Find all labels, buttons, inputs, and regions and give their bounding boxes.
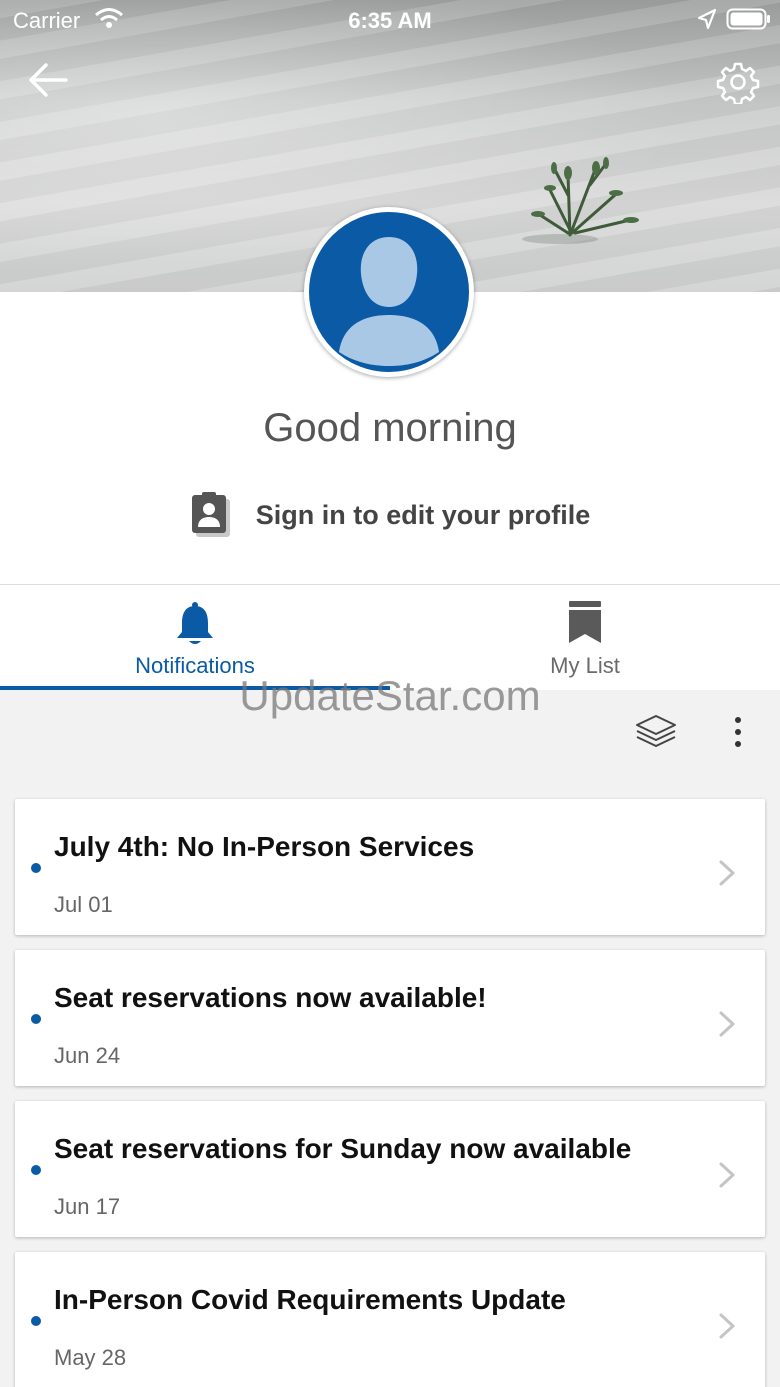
unread-dot (31, 863, 41, 873)
unread-dot (31, 1014, 41, 1024)
status-bar: Carrier 6:35 AM (0, 0, 780, 40)
avatar[interactable] (304, 207, 474, 377)
notification-date: Jul 01 (54, 892, 113, 917)
location-arrow-icon (697, 8, 717, 30)
chevron-right-icon (719, 1162, 735, 1188)
notification-date: Jun 24 (54, 1043, 121, 1068)
gear-icon[interactable] (716, 60, 760, 104)
clock: 6:35 AM (348, 8, 432, 33)
bookmark-icon (569, 601, 601, 643)
notification-title: In-Person Covid Requirements Update (54, 1284, 566, 1315)
tab-notifications-label: Notifications (135, 653, 255, 678)
notification-title: July 4th: No In-Person Services (54, 831, 475, 862)
unread-dot (31, 1165, 41, 1175)
tab-notifications[interactable]: Notifications (0, 585, 390, 691)
tab-active-indicator (0, 686, 390, 690)
notification-item[interactable]: Seat reservations now available! Jun 24 (15, 950, 765, 1086)
chevron-right-icon (719, 1313, 735, 1339)
notification-date: Jun 17 (54, 1194, 121, 1219)
sign-in-label: Sign in to edit your profile (255, 499, 591, 530)
notification-title: Seat reservations for Sunday now availab… (54, 1133, 632, 1164)
plant-image (522, 157, 639, 244)
layers-icon[interactable] (634, 712, 678, 752)
notification-item[interactable]: In-Person Covid Requirements Update May … (15, 1252, 765, 1387)
notification-item[interactable]: Seat reservations for Sunday now availab… (15, 1101, 765, 1237)
notification-item[interactable]: July 4th: No In-Person Services Jul 01 (15, 799, 765, 935)
id-badge-icon (191, 492, 230, 537)
battery-icon (726, 8, 770, 30)
sign-in-link[interactable]: Sign in to edit your profile (0, 490, 780, 540)
greeting-text: Good morning (263, 406, 517, 450)
tab-my-list[interactable]: My List (390, 585, 780, 691)
notification-title: Seat reservations now available! (54, 982, 487, 1013)
chevron-right-icon (719, 1011, 735, 1037)
back-arrow-icon[interactable] (26, 60, 70, 100)
notification-date: May 28 (54, 1345, 127, 1370)
person-silhouette-icon (339, 237, 439, 366)
tab-my-list-label: My List (550, 653, 620, 678)
notification-list: July 4th: No In-Person Services Jul 01 S… (15, 799, 765, 1387)
tab-bar: Notifications My List (0, 584, 780, 690)
unread-dot (31, 1316, 41, 1326)
chevron-right-icon (719, 860, 735, 886)
bell-icon (177, 602, 213, 644)
more-vertical-icon[interactable] (726, 712, 750, 752)
